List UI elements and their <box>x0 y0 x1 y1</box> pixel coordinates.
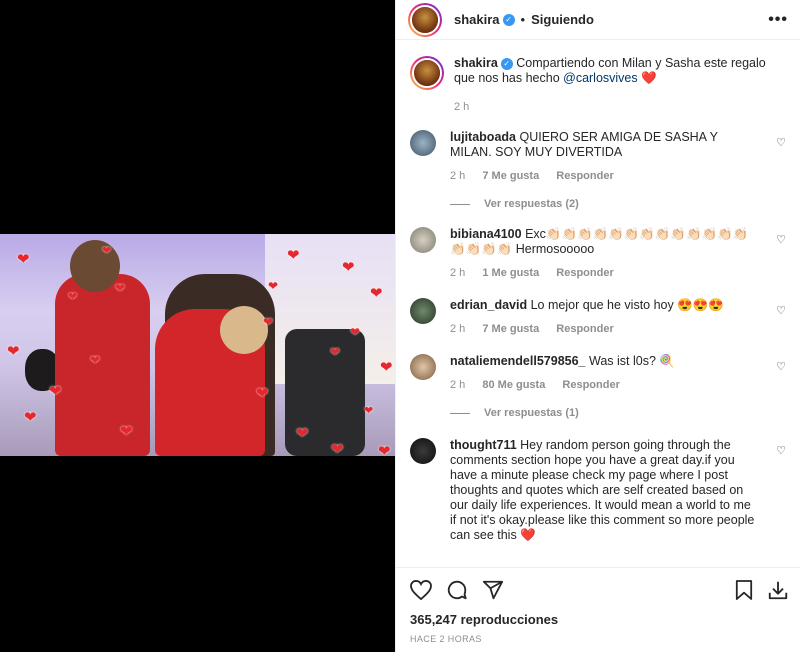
heart-sticker-icon: ❤ <box>350 325 361 339</box>
comment-item: edrian_david Lo mejor que he visto hoy 😍… <box>410 298 786 337</box>
heart-sticker-icon: ❤ <box>7 343 20 360</box>
caption-avatar[interactable] <box>410 56 444 90</box>
comment-likes[interactable]: 80 Me gusta <box>482 379 545 391</box>
share-icon[interactable] <box>482 579 504 601</box>
heart-sticker-icon: ❤ <box>331 441 344 456</box>
download-icon[interactable] <box>767 579 789 601</box>
caption-username[interactable]: shakira <box>454 56 498 70</box>
heart-sticker-icon: ❤ <box>364 405 374 417</box>
comment-username[interactable]: nataliemendell579856_ <box>450 354 586 368</box>
heart-sticker-icon: ❤ <box>287 247 300 264</box>
video-frame[interactable]: ❤ ❤ ❤ ❤ ❤ ❤ ❤ ❤ ❤ ❤ ❤ ❤ ❤ ❤ ❤ ❤ ❤ ❤ ❤ ❤ … <box>0 234 395 456</box>
heart-sticker-icon: ❤ <box>256 385 269 402</box>
commenter-avatar[interactable] <box>410 130 436 156</box>
comment-like-icon[interactable]: ♡ <box>776 444 786 457</box>
header-separator: • <box>520 12 526 27</box>
heart-sticker-icon: ❤ <box>380 359 393 376</box>
caption-emoji: ❤️ <box>641 71 657 85</box>
heart-icon[interactable] <box>410 580 432 600</box>
view-replies-button[interactable]: Ver respuestas (2) <box>450 198 786 210</box>
heart-sticker-icon: ❤ <box>296 425 309 442</box>
heart-sticker-icon: ❤ <box>268 279 279 293</box>
heart-sticker-icon: ❤ <box>342 259 355 276</box>
comment-like-icon[interactable]: ♡ <box>776 136 786 149</box>
comment-icon[interactable] <box>446 579 468 601</box>
comment-time[interactable]: 2 h <box>450 379 465 391</box>
heart-sticker-icon: ❤ <box>370 285 383 302</box>
comment-username[interactable]: lujitaboada <box>450 130 516 144</box>
comment-like-icon[interactable]: ♡ <box>776 304 786 317</box>
heart-sticker-icon: ❤ <box>115 281 126 295</box>
heart-sticker-icon: ❤ <box>49 383 62 400</box>
comment-username[interactable]: thought711 <box>450 438 517 452</box>
view-replies-button[interactable]: Ver respuestas (1) <box>450 407 786 419</box>
heart-sticker-icon: ❤ <box>24 409 37 426</box>
comment-item: thought711 Hey random person going throu… <box>410 438 786 543</box>
comment-like-icon[interactable]: ♡ <box>776 360 786 373</box>
commenter-avatar[interactable] <box>410 298 436 324</box>
caption-time[interactable]: 2 h <box>454 101 469 113</box>
heart-sticker-icon: ❤ <box>120 423 133 440</box>
reply-button[interactable]: Responder <box>556 170 613 182</box>
comment-text: Was ist l0s? 🍭 <box>588 354 675 368</box>
author-username[interactable]: shakira <box>454 12 500 27</box>
post-actions: 365,247 reproducciones HACE 2 HORAS <box>396 567 800 644</box>
comment-username[interactable]: bibiana4100 <box>450 227 522 241</box>
following-button[interactable]: Siguiendo <box>531 12 594 27</box>
heart-sticker-icon: ❤ <box>263 315 274 329</box>
post-timestamp: HACE 2 HORAS <box>410 634 482 644</box>
video-player[interactable]: ❤ ❤ ❤ ❤ ❤ ❤ ❤ ❤ ❤ ❤ ❤ ❤ ❤ ❤ ❤ ❤ ❤ ❤ ❤ ❤ … <box>0 0 395 652</box>
comment-time[interactable]: 2 h <box>450 323 465 335</box>
comment-time[interactable]: 2 h <box>450 170 465 182</box>
bookmark-icon[interactable] <box>735 579 753 601</box>
heart-sticker-icon: ❤ <box>102 245 112 257</box>
comment-item: lujitaboada QUIERO SER AMIGA DE SASHA Y … <box>410 130 786 184</box>
reply-button[interactable]: Responder <box>556 323 613 335</box>
comment-text: Hey random person going through the comm… <box>450 438 755 542</box>
video-figure-child-head <box>220 306 268 354</box>
heart-sticker-icon: ❤ <box>90 353 101 367</box>
replies-line <box>450 203 470 205</box>
comments-list[interactable]: shakira ✓ Compartiendo con Milan y Sasha … <box>396 40 800 567</box>
verified-icon: ✓ <box>502 13 515 26</box>
caption-mention[interactable]: @carlosvives <box>563 71 638 85</box>
view-replies-label: Ver respuestas (1) <box>484 407 579 419</box>
heart-sticker-icon: ❤ <box>68 291 78 303</box>
comment-likes[interactable]: 7 Me gusta <box>482 170 539 182</box>
more-options-icon[interactable]: ••• <box>768 11 788 29</box>
view-replies-label: Ver respuestas (2) <box>484 198 579 210</box>
heart-sticker-icon: ❤ <box>378 443 391 456</box>
post-panel: shakira ✓ • Siguiendo ••• shakira ✓ Compa… <box>395 0 800 652</box>
comment-time[interactable]: 2 h <box>450 267 465 279</box>
video-figure-boy-head <box>70 240 120 292</box>
author-avatar[interactable] <box>408 2 442 37</box>
comment-likes[interactable]: 1 Me gusta <box>482 267 539 279</box>
view-count[interactable]: 365,247 reproducciones <box>410 612 789 627</box>
reply-button[interactable]: Responder <box>562 379 619 391</box>
commenter-avatar[interactable] <box>410 227 436 253</box>
post-header: shakira ✓ • Siguiendo ••• <box>396 0 800 40</box>
comment-like-icon[interactable]: ♡ <box>776 233 786 246</box>
heart-sticker-icon: ❤ <box>330 345 341 359</box>
verified-icon: ✓ <box>500 57 513 70</box>
heart-sticker-icon: ❤ <box>17 251 30 268</box>
reply-button[interactable]: Responder <box>556 267 613 279</box>
comment-item: nataliemendell579856_ Was ist l0s? 🍭 2 h… <box>410 354 786 393</box>
comment-likes[interactable]: 7 Me gusta <box>482 323 539 335</box>
commenter-avatar[interactable] <box>410 438 436 464</box>
caption: shakira ✓ Compartiendo con Milan y Sasha … <box>410 56 786 115</box>
comment-item: bibiana4100 Exc👏🏻👏🏻👏🏻👏🏻👏🏻👏🏻👏🏻👏🏻👏🏻👏🏻👏🏻👏🏻👏… <box>410 227 786 281</box>
comment-text: Lo mejor que he visto hoy 😍😍😍 <box>530 298 724 312</box>
commenter-avatar[interactable] <box>410 354 436 380</box>
comment-username[interactable]: edrian_david <box>450 298 527 312</box>
replies-line <box>450 412 470 414</box>
